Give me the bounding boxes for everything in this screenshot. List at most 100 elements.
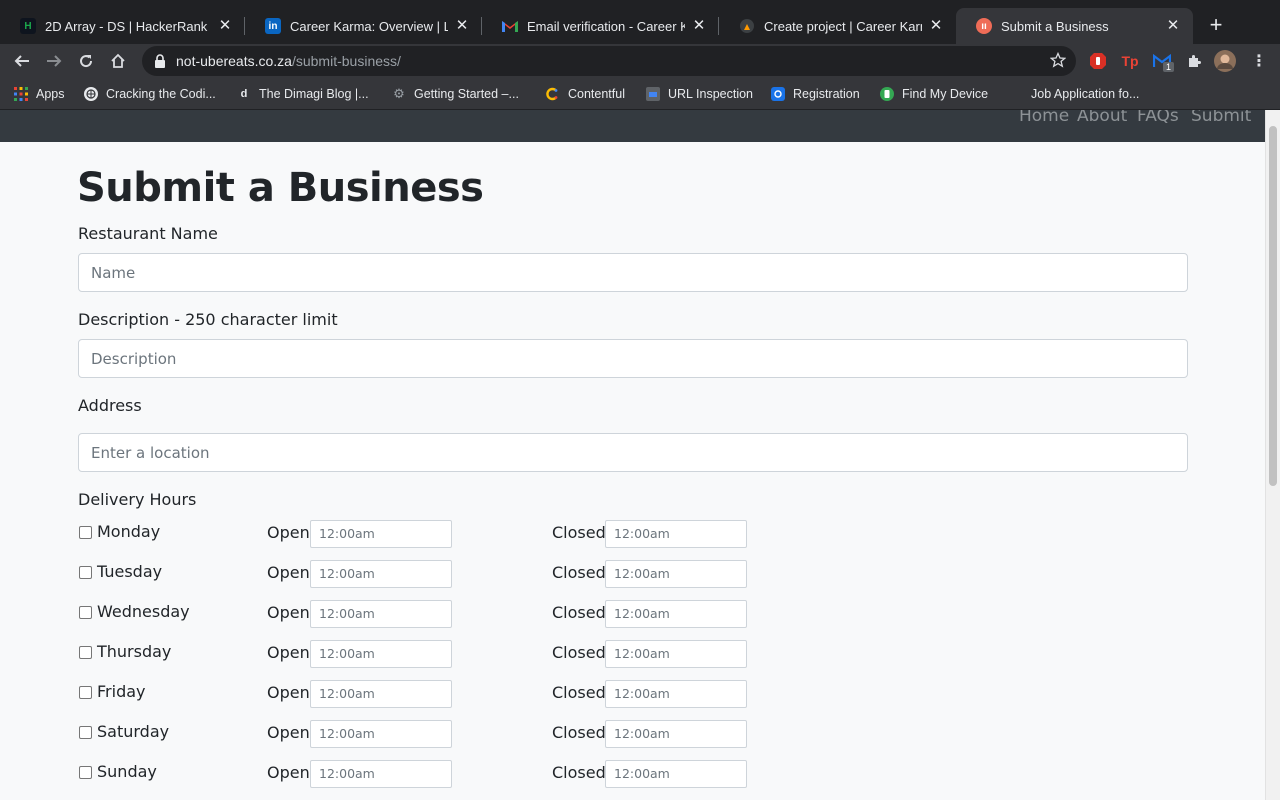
page-scrollbar[interactable] [1265,110,1280,800]
open-label: Open: [267,683,316,702]
bookmark-dimagi-blog[interactable]: d The Dimagi Blog |... [237,85,369,103]
browser-menu-icon[interactable]: ⋮ [1248,50,1270,72]
mail-extension-icon[interactable]: 1 [1151,50,1175,72]
extensions-puzzle-icon[interactable] [1183,50,1205,72]
saturday-open-time-input[interactable]: 12:00am [310,720,452,748]
thursday-closed-time-input[interactable]: 12:00am [605,640,747,668]
open-label: Open: [267,723,316,742]
nav-about-link[interactable]: About [1077,110,1127,126]
day-label: Wednesday [97,602,190,621]
day-label: Monday [97,522,161,541]
tab-title: 2D Array - DS | HackerRank [45,18,208,34]
friday-checkbox[interactable] [79,686,92,699]
apps-grid-icon [14,87,28,101]
wednesday-open-time-input[interactable]: 12:00am [310,600,452,628]
wednesday-checkbox[interactable] [79,606,92,619]
adblock-extension-icon[interactable] [1087,50,1109,72]
extension-badge: 1 [1163,62,1175,72]
tab-email-verification[interactable]: Email verification - Career Karma ✕ [482,8,719,44]
sunday-checkbox[interactable] [79,766,92,779]
nav-faqs-link[interactable]: FAQs [1137,110,1179,126]
nav-submit-link[interactable]: Submit [1191,110,1251,126]
day-row-wednesday: Wednesday Open: 12:00am Closed: 12:00am [78,600,758,630]
dimagi-icon: d [240,88,248,100]
closed-label: Closed: [552,763,612,782]
close-tab-icon[interactable]: ✕ [928,18,944,34]
linkedin-icon: in [265,18,281,34]
sunday-closed-time-input[interactable]: 12:00am [605,760,747,788]
address-label: Address [78,396,142,415]
reload-button[interactable] [73,48,99,74]
address-input[interactable] [78,433,1188,472]
bookmark-getting-started[interactable]: ⚙ Getting Started –... [392,85,519,103]
bookmark-cracking-coding[interactable]: Cracking the Codi... [84,85,216,103]
tuesday-open-time-input[interactable]: 12:00am [310,560,452,588]
bookmark-find-my-device[interactable]: Find My Device [880,85,988,103]
tab-hackerrank[interactable]: H 2D Array - DS | HackerRank ✕ [0,8,245,44]
bookmark-contentful[interactable]: Contentful [546,85,625,103]
monday-open-time-input[interactable]: 12:00am [310,520,452,548]
saturday-checkbox[interactable] [79,726,92,739]
closed-label: Closed: [552,643,612,662]
close-tab-icon[interactable]: ✕ [454,18,470,34]
day-row-monday: Monday Open: 12:00am Closed: 12:00am [78,520,758,550]
gmail-icon [502,18,518,34]
sunday-open-time-input[interactable]: 12:00am [310,760,452,788]
bookmark-star-icon[interactable] [1050,52,1066,68]
closed-label: Closed: [552,563,612,582]
wednesday-closed-time-input[interactable]: 12:00am [605,600,747,628]
tab-submit-business[interactable]: ıı Submit a Business ✕ [956,8,1193,44]
new-tab-button[interactable]: + [1204,14,1228,38]
home-button[interactable] [105,48,131,74]
profile-avatar[interactable] [1214,50,1236,72]
url-host: not-ubereats.co.za [176,53,292,69]
day-row-saturday: Saturday Open: 12:00am Closed: 12:00am [78,720,758,750]
globe-icon [84,87,98,101]
tuesday-checkbox[interactable] [79,566,92,579]
page-title: Submit a Business [77,165,484,211]
friday-open-time-input[interactable]: 12:00am [310,680,452,708]
browser-toolbar: not-ubereats.co.za/submit-business/ Tp 1… [0,44,1280,78]
gear-icon: ⚙ [393,86,405,101]
thursday-open-time-input[interactable]: 12:00am [310,640,452,668]
close-tab-icon[interactable]: ✕ [217,18,233,34]
monday-checkbox[interactable] [79,526,92,539]
tab-linkedin[interactable]: in Career Karma: Overview | LinkedIn ✕ [245,8,482,44]
bookmark-registration[interactable]: Registration [771,85,860,103]
monday-closed-time-input[interactable]: 12:00am [605,520,747,548]
restaurant-name-label: Restaurant Name [78,224,218,243]
bookmark-job-application[interactable]: Job Application fo... [1031,85,1139,103]
open-label: Open: [267,603,316,622]
open-label: Open: [267,563,316,582]
close-tab-icon[interactable]: ✕ [1165,18,1181,34]
forward-button[interactable] [41,48,67,74]
bookmark-apps[interactable]: Apps [14,85,65,103]
tuesday-closed-time-input[interactable]: 12:00am [605,560,747,588]
bookmark-label: Apps [36,87,65,101]
tp-extension-icon[interactable]: Tp [1119,50,1141,72]
nav-home-link[interactable]: Home [1019,110,1069,126]
day-row-tuesday: Tuesday Open: 12:00am Closed: 12:00am [78,560,758,590]
bookmark-label: The Dimagi Blog |... [259,87,369,101]
tab-title: Email verification - Career Karma [527,18,685,34]
saturday-closed-time-input[interactable]: 12:00am [605,720,747,748]
tab-create-project[interactable]: Create project | Career Karma ✕ [719,8,956,44]
bookmark-label: Find My Device [902,87,989,101]
tab-title: Career Karma: Overview | LinkedIn [290,18,448,34]
page-viewport: Home About FAQs Submit Submit a Business… [0,110,1265,800]
find-device-icon [880,87,894,101]
bookmark-url-inspection[interactable]: URL Inspection [646,85,753,103]
scrollbar-thumb[interactable] [1269,126,1277,486]
closed-label: Closed: [552,523,612,542]
close-tab-icon[interactable]: ✕ [691,18,707,34]
restaurant-name-input[interactable] [78,253,1188,292]
day-row-friday: Friday Open: 12:00am Closed: 12:00am [78,680,758,710]
thursday-checkbox[interactable] [79,646,92,659]
friday-closed-time-input[interactable]: 12:00am [605,680,747,708]
back-button[interactable] [9,48,35,74]
day-label: Sunday [97,762,157,781]
bookmark-label: URL Inspection [668,87,753,101]
address-bar[interactable]: not-ubereats.co.za/submit-business/ [142,46,1076,76]
description-input[interactable] [78,339,1188,378]
ubereats-icon: ıı [976,18,992,34]
